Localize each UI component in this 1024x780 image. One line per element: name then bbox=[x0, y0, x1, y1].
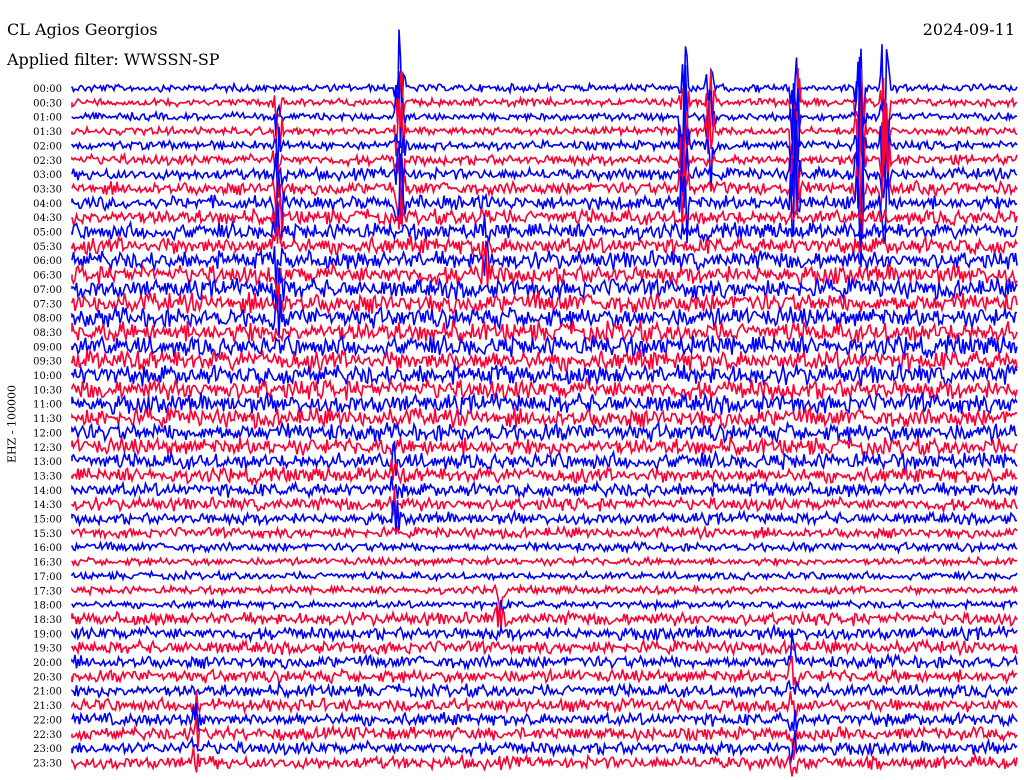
time-label: 10:00 bbox=[33, 371, 62, 382]
trace-row-1600 bbox=[71, 540, 1018, 555]
time-label: 14:00 bbox=[33, 486, 62, 497]
time-label: 20:00 bbox=[33, 658, 62, 669]
trace-row-1230 bbox=[71, 435, 1018, 458]
time-label: 09:30 bbox=[33, 357, 62, 368]
time-labels: 00:00 00:30 01:00 01:30 02:00 02:30 03:00 03:30… bbox=[33, 84, 62, 769]
trace-row-1630 bbox=[71, 554, 1018, 568]
time-label: 17:30 bbox=[33, 586, 62, 597]
time-label: 07:00 bbox=[33, 285, 62, 296]
trace-row-1700 bbox=[71, 568, 1018, 583]
time-label: 16:00 bbox=[33, 543, 62, 554]
time-label: 02:30 bbox=[33, 156, 62, 167]
time-label: 19:30 bbox=[33, 644, 62, 655]
time-label: 02:00 bbox=[33, 141, 62, 152]
time-label: 01:00 bbox=[33, 113, 62, 124]
time-label: 22:30 bbox=[33, 730, 62, 741]
time-label: 15:00 bbox=[33, 515, 62, 526]
time-label: 04:00 bbox=[33, 199, 62, 210]
time-label: 14:30 bbox=[33, 500, 62, 511]
trace-row-1400 bbox=[71, 476, 1018, 500]
time-label: 21:00 bbox=[33, 687, 62, 698]
time-label: 10:30 bbox=[33, 385, 62, 396]
trace-row-1930 bbox=[71, 637, 1018, 658]
time-label: 12:00 bbox=[33, 428, 62, 439]
time-label: 04:30 bbox=[33, 213, 62, 224]
filter-label: Applied filter: WWSSN-SP bbox=[7, 50, 220, 69]
trace-row-1100 bbox=[71, 391, 1018, 416]
time-label: 07:30 bbox=[33, 299, 62, 310]
time-label: 11:30 bbox=[33, 414, 62, 425]
time-label: 05:30 bbox=[33, 242, 62, 253]
date-label: 2024-09-11 bbox=[922, 20, 1015, 39]
time-label: 15:30 bbox=[33, 529, 62, 540]
time-label: 00:30 bbox=[33, 98, 62, 109]
time-label: 08:00 bbox=[33, 314, 62, 325]
trace-row-1200 bbox=[71, 420, 1018, 445]
helicorder-plot: 00:00 00:30 01:00 01:30 02:00 02:30 03:00 03:30… bbox=[33, 29, 1018, 777]
station-title: CL Agios Georgios bbox=[7, 20, 158, 39]
channel-label: EHZ - 100000 bbox=[5, 385, 19, 463]
trace-row-1000 bbox=[71, 362, 1018, 388]
time-label: 13:30 bbox=[33, 471, 62, 482]
time-label: 03:30 bbox=[33, 184, 62, 195]
time-label: 21:30 bbox=[33, 701, 62, 712]
time-label: 08:30 bbox=[33, 328, 62, 339]
trace-row-2000 bbox=[71, 633, 1018, 671]
trace-row-1900 bbox=[71, 622, 1018, 644]
time-label: 23:30 bbox=[33, 758, 62, 769]
time-label: 09:00 bbox=[33, 342, 62, 353]
time-label: 01:30 bbox=[33, 127, 62, 138]
time-label: 12:30 bbox=[33, 443, 62, 454]
time-label: 19:00 bbox=[33, 629, 62, 640]
time-label: 22:00 bbox=[33, 715, 62, 726]
trace-row-1130 bbox=[71, 406, 1018, 430]
time-label: 16:30 bbox=[33, 558, 62, 569]
time-label: 23:00 bbox=[33, 744, 62, 755]
time-label: 20:30 bbox=[33, 672, 62, 683]
time-label: 03:00 bbox=[33, 170, 62, 181]
time-label: 11:00 bbox=[33, 400, 62, 411]
trace-row-2230 bbox=[71, 717, 1018, 760]
time-label: 05:00 bbox=[33, 228, 62, 239]
time-label: 06:00 bbox=[33, 256, 62, 267]
time-label: 00:00 bbox=[33, 84, 62, 95]
trace-layer bbox=[71, 29, 1018, 777]
trace-row-0830 bbox=[71, 319, 1018, 345]
trace-row-1830 bbox=[71, 603, 1018, 629]
trace-row-0100 bbox=[71, 61, 1018, 207]
time-label: 13:00 bbox=[33, 457, 62, 468]
trace-row-2100 bbox=[71, 679, 1018, 701]
trace-row-1530 bbox=[71, 524, 1018, 541]
time-label: 06:30 bbox=[33, 271, 62, 282]
time-label: 18:30 bbox=[33, 615, 62, 626]
time-label: 18:00 bbox=[33, 601, 62, 612]
time-label: 17:00 bbox=[33, 572, 62, 583]
